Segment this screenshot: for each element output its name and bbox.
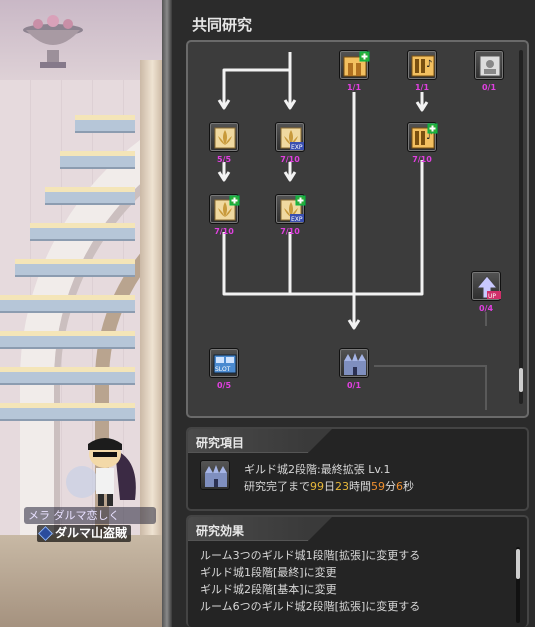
scene-floor <box>0 535 165 627</box>
research-tree-panel: 1/1 ♪ 1/1 0/1 5/5 EXP 7/10 ♪ 7/10 7/10 EXP 7/10 UP 0/… <box>186 40 529 418</box>
time-days-unit: 日 <box>324 480 335 493</box>
svg-text:SLOT: SLOT <box>215 366 231 373</box>
research-node-top-center[interactable] <box>339 50 370 80</box>
tree-scrollbar-track[interactable] <box>519 50 523 404</box>
guild-emblem-icon <box>38 526 53 541</box>
research-remaining-time: 研究完了まで99日23時間59分6秒 <box>244 478 414 494</box>
time-seconds-unit: 秒 <box>403 480 414 493</box>
research-node-castle[interactable] <box>339 348 369 378</box>
research-node-count: 0/1 <box>481 83 497 92</box>
effect-scrollbar-thumb[interactable] <box>516 549 520 579</box>
svg-text:♪: ♪ <box>426 59 432 70</box>
research-item-header: 研究項目 <box>196 436 245 450</box>
research-node-left-exp-2[interactable]: EXP <box>275 194 306 224</box>
research-node-count: 1/1 <box>414 83 430 92</box>
research-item-name: ギルド城2段階:最終拡張 Lv.1 <box>244 463 391 476</box>
research-node-left-2[interactable] <box>209 194 240 224</box>
svg-text:UP: UP <box>488 293 496 300</box>
svg-text:EXP: EXP <box>291 144 303 151</box>
time-hours-unit: 時間 <box>349 480 371 493</box>
effect-line: ルーム3つのギルド城1段階[拡張]に変更する <box>200 549 421 562</box>
research-node-top-right[interactable]: ♪ <box>407 50 437 80</box>
tree-scrollbar-thumb[interactable] <box>519 368 523 392</box>
research-node-left-1[interactable] <box>209 122 239 152</box>
guild-tag: メラ ダルマ恋しく <box>24 507 156 524</box>
time-prefix: 研究完了まで <box>244 480 310 493</box>
research-node-count: 7/10 <box>214 227 234 236</box>
flower-urn-decoration <box>23 15 83 68</box>
time-seconds: 6 <box>396 480 403 493</box>
character-name: ダルマ山盗賊 <box>55 526 128 540</box>
time-days: 99 <box>310 480 324 493</box>
research-item-panel: 研究項目 ギルド城2段階:最終拡張 Lv.1 研究完了まで99日23時間59分6… <box>186 427 529 511</box>
character-nameplate: ダルマ山盗賊 <box>37 525 132 542</box>
effect-line: ギルド城1段階[最終]に変更 <box>200 566 337 579</box>
research-node-count: 7/10 <box>280 155 300 164</box>
time-minutes: 59 <box>371 480 385 493</box>
time-hours: 23 <box>335 480 349 493</box>
research-node-upgrade[interactable]: UP <box>471 271 501 301</box>
player-character[interactable] <box>60 430 150 510</box>
research-effect-panel: 研究効果 ルーム3つのギルド城1段階[拡張]に変更する ギルド城1段階[最終]に… <box>186 515 529 627</box>
research-node-count: 5/5 <box>216 155 232 164</box>
game-scene: メラ ダルマ恋しく ダルマ山盗賊 <box>0 0 165 627</box>
guild-castle-icon <box>200 460 230 490</box>
svg-text:EXP: EXP <box>291 216 303 223</box>
research-effect-header: 研究効果 <box>196 524 245 538</box>
research-node-count: 7/10 <box>412 155 432 164</box>
window-title: 共同研究 <box>192 16 253 34</box>
research-node-slot[interactable]: SLOT <box>209 348 239 378</box>
research-node-right-music-2[interactable]: ♪ <box>407 122 438 152</box>
effect-line: ギルド城2段階[基本]に変更 <box>200 583 337 596</box>
research-node-count: 0/1 <box>346 381 362 390</box>
research-effect-list: ルーム3つのギルド城1段階[拡張]に変更する ギルド城1段階[最終]に変更 ギル… <box>200 547 420 615</box>
research-node-count: 7/10 <box>280 227 300 236</box>
window-border <box>162 0 172 627</box>
guild-research-window: 共同研究 1/1 ♪ 1/1 0/1 5/5 EXP 7/10 ♪ 7/10 7… <box>172 0 535 627</box>
time-minutes-unit: 分 <box>385 480 396 493</box>
research-node-count: 0/5 <box>216 381 232 390</box>
research-node-count: 1/1 <box>346 83 362 92</box>
effect-line: ルーム6つのギルド城2段階[拡張]に変更する <box>200 600 421 613</box>
research-node-count: 0/4 <box>478 304 494 313</box>
research-node-left-exp-1[interactable]: EXP <box>275 122 305 152</box>
research-node-top-far[interactable] <box>474 50 504 80</box>
